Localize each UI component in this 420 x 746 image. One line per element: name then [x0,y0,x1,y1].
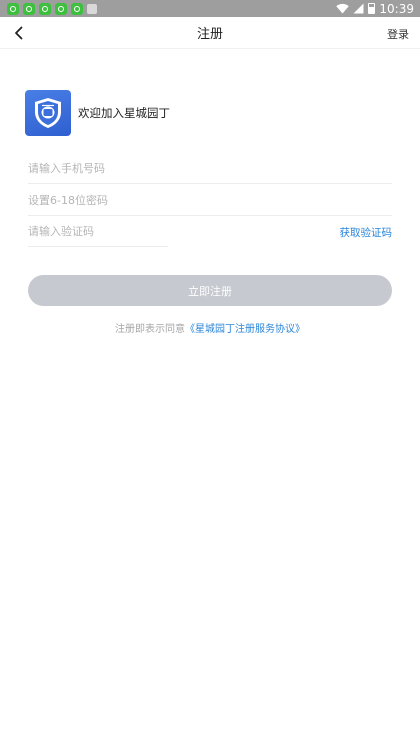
status-indicators: 10:39 [336,2,414,16]
app-notification-icon [39,2,51,15]
phone-field [28,153,392,184]
app-notification-icon [71,2,83,15]
page-title: 注册 [196,27,223,42]
chevron-left-icon [15,26,23,40]
notification-icons [7,2,97,15]
phone-input[interactable] [28,153,392,183]
agreement-link[interactable]: 《星城园丁注册服务协议》 [185,324,305,335]
welcome-text: 欢迎加入星城园丁 [78,106,170,120]
register-button[interactable]: 立即注册 [28,275,392,306]
signal-icon [353,3,364,14]
wifi-icon [336,3,350,14]
app-logo [25,90,71,136]
app-notification-icon [7,2,19,15]
status-bar: 10:39 [0,0,420,17]
agreement-notice: 注册即表示同意《星城园丁注册服务协议》 [0,320,420,335]
back-button[interactable] [10,24,28,42]
agreement-prefix: 注册即表示同意 [115,324,185,335]
login-link[interactable]: 登录 [387,26,409,42]
battery-icon [368,3,376,14]
app-notification-icon [55,2,67,15]
police-badge-icon [35,98,61,128]
app-notification-icon [23,2,35,15]
password-field [28,185,392,216]
get-code-button[interactable]: 获取验证码 [340,225,393,240]
password-input[interactable] [28,185,392,215]
a-notification-icon [87,3,97,14]
verification-code-input[interactable] [28,216,168,246]
nav-bar: 注册 登录 [0,17,420,49]
brand-header: 欢迎加入星城园丁 [25,90,170,136]
status-time: 10:39 [379,1,414,16]
verification-code-field [28,216,168,247]
